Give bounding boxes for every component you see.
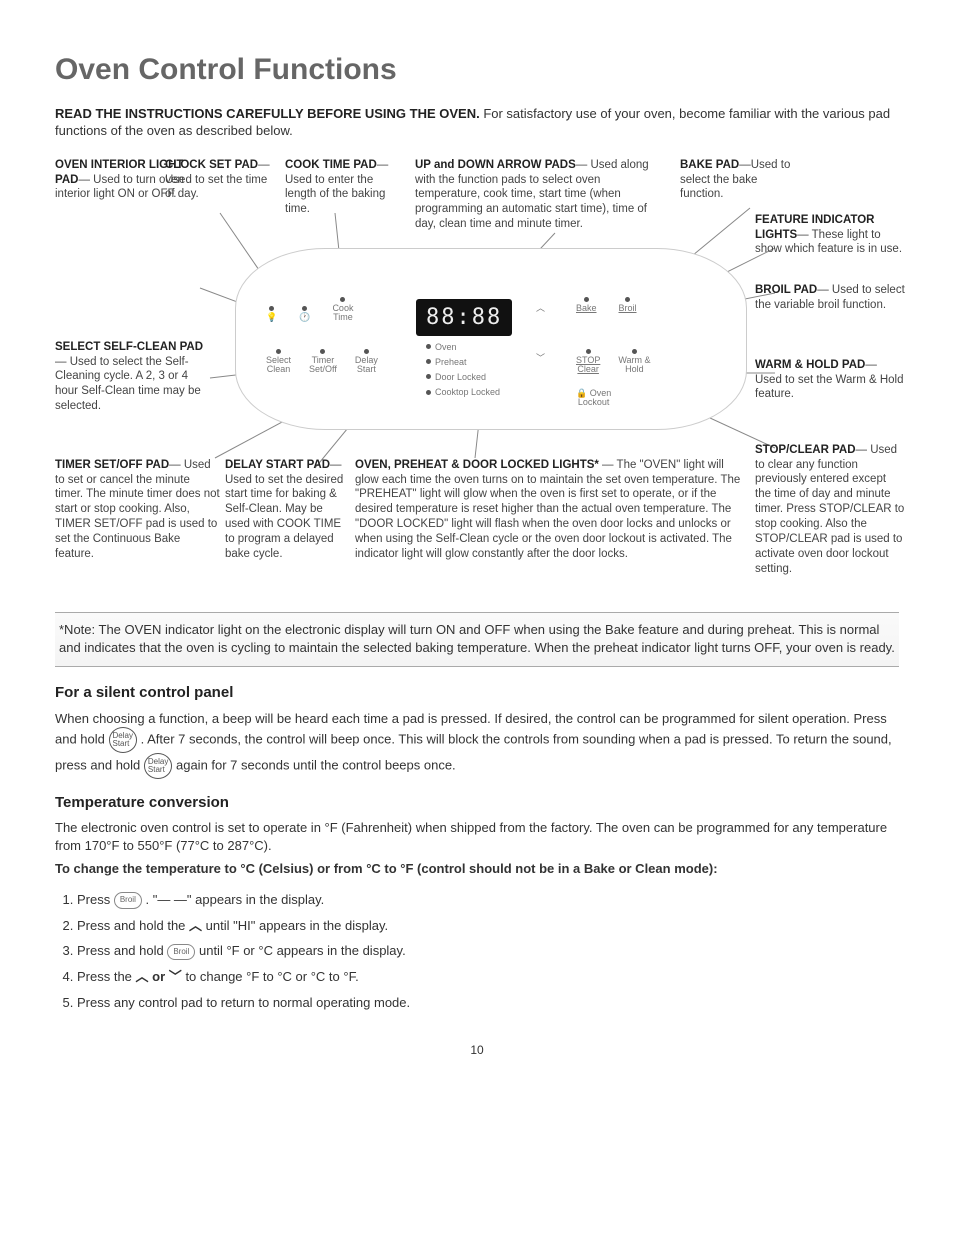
chevron-down-icon: ﹀ bbox=[169, 969, 182, 984]
text-bold: To change the temperature to °C (Celsius… bbox=[55, 861, 718, 876]
page-number: 10 bbox=[55, 1042, 899, 1058]
delay-start-icon: DelayStart bbox=[109, 727, 137, 753]
callout-head: DELAY START PAD bbox=[225, 459, 330, 471]
callout-bake-pad: BAKE PAD—Used to select the bake functio… bbox=[680, 158, 795, 203]
digital-display: 88:88 bbox=[416, 299, 512, 337]
text-run: Press and hold bbox=[77, 943, 167, 958]
up-arrow-icon: ︿ bbox=[536, 304, 545, 313]
chevron-up-icon: ︿ bbox=[136, 969, 149, 984]
silent-heading: For a silent control panel bbox=[55, 683, 899, 703]
callout-head: UP and DOWN ARROW PADS bbox=[415, 159, 576, 171]
indicator-cooktop-locked: Cooktop Locked bbox=[426, 386, 500, 398]
text-run: or bbox=[152, 969, 169, 984]
callout-head: STOP/CLEAR PAD bbox=[755, 444, 856, 456]
intro-bold: READ THE INSTRUCTIONS CAREFULLY BEFORE U… bbox=[55, 106, 480, 121]
intro-paragraph: READ THE INSTRUCTIONS CAREFULLY BEFORE U… bbox=[55, 105, 899, 140]
callout-indicator-lights: OVEN, PREHEAT & DOOR LOCKED LIGHTS* — Th… bbox=[355, 458, 745, 563]
text-run: . "— —" appears in the display. bbox=[145, 892, 324, 907]
text-run: until °F or °C appears in the display. bbox=[199, 943, 406, 958]
text-run: Press the bbox=[77, 969, 136, 984]
temp-heading: Temperature conversion bbox=[55, 793, 899, 813]
list-item: Press Broil . "— —" appears in the displ… bbox=[77, 891, 899, 909]
callout-interior-light: OVEN INTERIOR LIGHT PAD— Used to turn ov… bbox=[55, 158, 205, 203]
note-box: *Note: The OVEN indicator light on the e… bbox=[55, 612, 899, 668]
bake-pad-label: Bake bbox=[576, 297, 597, 313]
callout-head: BAKE PAD bbox=[680, 159, 739, 171]
page-title: Oven Control Functions bbox=[55, 50, 899, 91]
callout-body: — The "OVEN" light will glow each time t… bbox=[355, 459, 740, 561]
list-item: Press and hold Broil until °F or °C appe… bbox=[77, 942, 899, 960]
text-run: to change °F to °C or °C to °F. bbox=[185, 969, 358, 984]
callout-head: SELECT SELF-CLEAN PAD bbox=[55, 341, 203, 353]
callout-head: COOK TIME PAD bbox=[285, 159, 377, 171]
broil-button-icon: Broil bbox=[167, 944, 195, 961]
control-panel-illustration: 💡 🕐 CookTime 88:88 ︿ Bake Broil SelectCl… bbox=[235, 248, 747, 430]
broil-pad-label: Broil bbox=[619, 297, 637, 313]
text-run: again for 7 seconds until the control be… bbox=[176, 758, 456, 773]
callout-feature-lights: FEATURE INDICATOR LIGHTS— These light to… bbox=[755, 213, 905, 258]
callout-body: — Used to clear any function previously … bbox=[755, 444, 904, 576]
text-run: until "HI" appears in the display. bbox=[206, 918, 388, 933]
stop-clear-pad-label: STOPClear bbox=[576, 349, 600, 375]
callout-delay-start: DELAY START PAD— Used to set the desired… bbox=[225, 458, 350, 563]
delay-start-pad-label: DelayStart bbox=[355, 349, 378, 375]
callout-timer-setoff: TIMER SET/OFF PAD— Used to set or cancel… bbox=[55, 458, 220, 563]
indicator-preheat: Preheat bbox=[426, 356, 500, 368]
delay-start-icon: DelayStart bbox=[144, 753, 172, 779]
callout-head: BROIL PAD bbox=[755, 284, 817, 296]
callout-body: — Used to select the Self-Cleaning cycle… bbox=[55, 356, 201, 413]
indicator-door-locked: Door Locked bbox=[426, 371, 500, 383]
broil-button-icon: Broil bbox=[114, 892, 142, 909]
select-clean-pad-label: SelectClean bbox=[266, 349, 291, 375]
text-run: Press and hold the bbox=[77, 918, 189, 933]
cooktime-pad-label: CookTime bbox=[332, 297, 353, 323]
temp-steps-list: Press Broil . "— —" appears in the displ… bbox=[55, 891, 899, 1012]
callout-warm-hold: WARM & HOLD PAD— Used to set the Warm & … bbox=[755, 358, 905, 403]
callout-body: — Used to set or cancel the minute timer… bbox=[55, 459, 220, 561]
callout-head: WARM & HOLD PAD bbox=[755, 359, 865, 371]
callout-head: OVEN, PREHEAT & DOOR LOCKED LIGHTS* bbox=[355, 459, 599, 471]
list-item: Press and hold the ︿ until "HI" appears … bbox=[77, 917, 899, 935]
silent-paragraph: When choosing a function, a beep will be… bbox=[55, 710, 899, 780]
callout-broil-pad: BROIL PAD— Used to select the variable b… bbox=[755, 283, 905, 313]
clock-pad-icon: 🕐 bbox=[299, 306, 310, 322]
control-panel-diagram: CLOCK SET PAD— Used to set the time of d… bbox=[55, 158, 899, 598]
temp-subhead: To change the temperature to °C (Celsius… bbox=[55, 860, 899, 878]
callout-stop-clear: STOP/CLEAR PAD— Used to clear any functi… bbox=[755, 443, 905, 577]
timer-setoff-pad-label: TimerSet/Off bbox=[309, 349, 337, 375]
warm-hold-pad-label: Warm &Hold bbox=[618, 349, 650, 375]
down-arrow-icon: ﹀ bbox=[536, 354, 545, 363]
callout-arrow-pads: UP and DOWN ARROW PADS— Used along with … bbox=[415, 158, 665, 233]
list-item: Press the ︿ or ﹀ to change °F to °C or °… bbox=[77, 968, 899, 986]
text-run: Press bbox=[77, 892, 114, 907]
oven-lockout-icon: 🔒 OvenLockout bbox=[576, 389, 611, 408]
chevron-up-icon: ︿ bbox=[189, 918, 202, 933]
callout-cook-time: COOK TIME PAD— Used to enter the length … bbox=[285, 158, 405, 218]
callout-head: TIMER SET/OFF PAD bbox=[55, 459, 169, 471]
indicator-oven: Oven bbox=[426, 341, 500, 353]
callout-body: — Used to set the desired start time for… bbox=[225, 459, 343, 561]
temp-intro: The electronic oven control is set to op… bbox=[55, 819, 899, 854]
callout-self-clean: SELECT SELF-CLEAN PAD — Used to select th… bbox=[55, 340, 210, 415]
light-pad-icon: 💡 bbox=[266, 306, 277, 322]
list-item: Press any control pad to return to norma… bbox=[77, 994, 899, 1012]
